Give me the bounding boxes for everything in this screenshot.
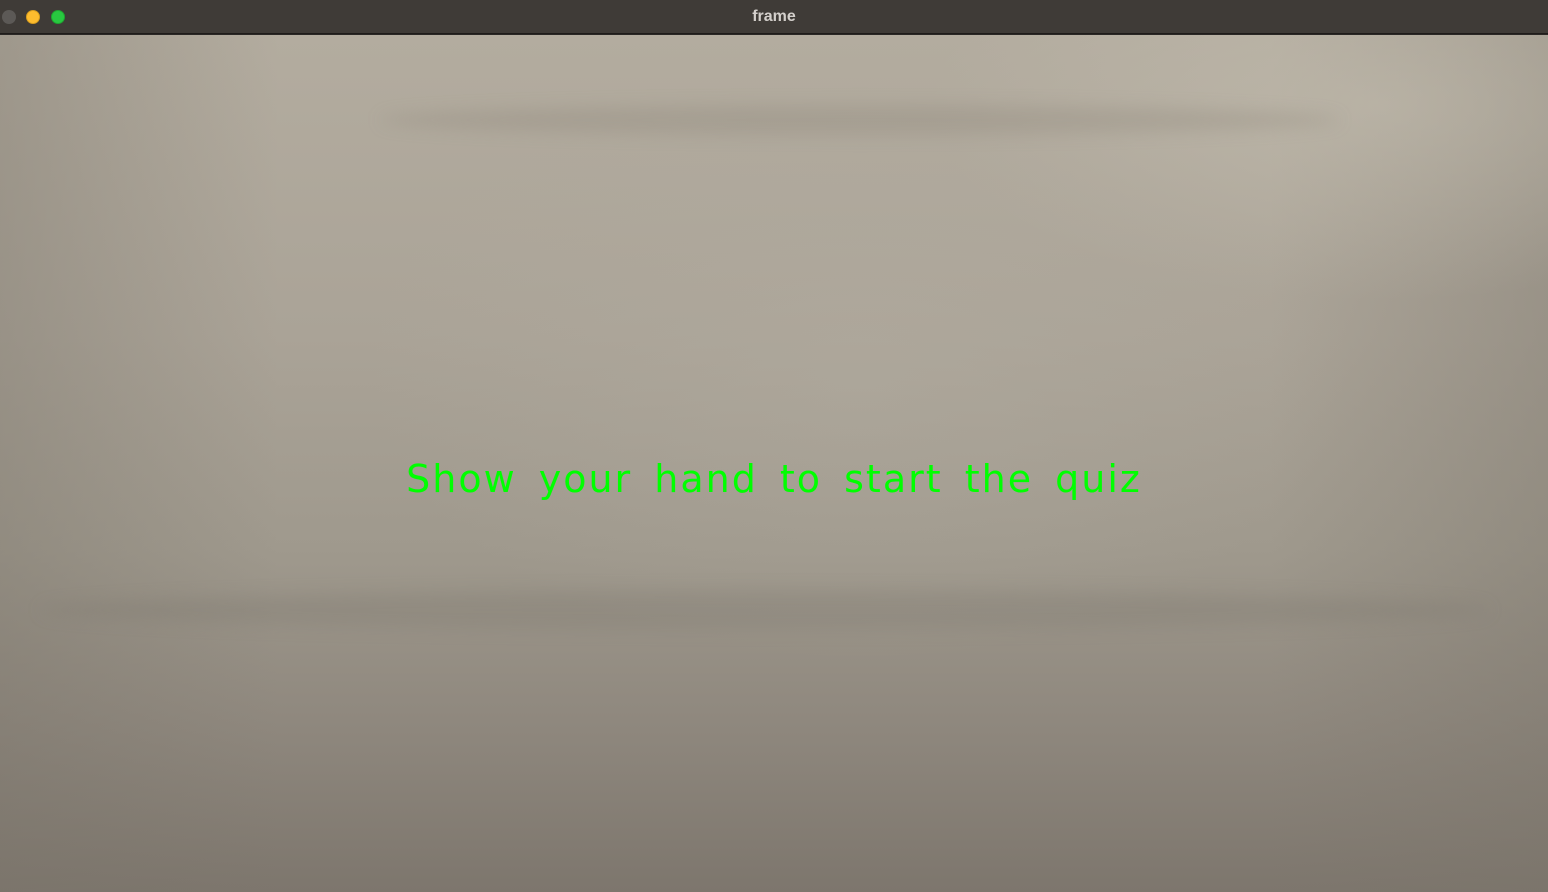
background-shadow [40, 590, 1490, 630]
background-shadow [380, 105, 1340, 135]
window-title: frame [752, 8, 796, 25]
app-window: frame Show your hand to start the quiz [0, 0, 1548, 892]
title-bar[interactable]: frame [0, 0, 1548, 34]
camera-feed: Show your hand to start the quiz [0, 35, 1548, 892]
quiz-start-prompt: Show your hand to start the quiz [406, 457, 1142, 501]
